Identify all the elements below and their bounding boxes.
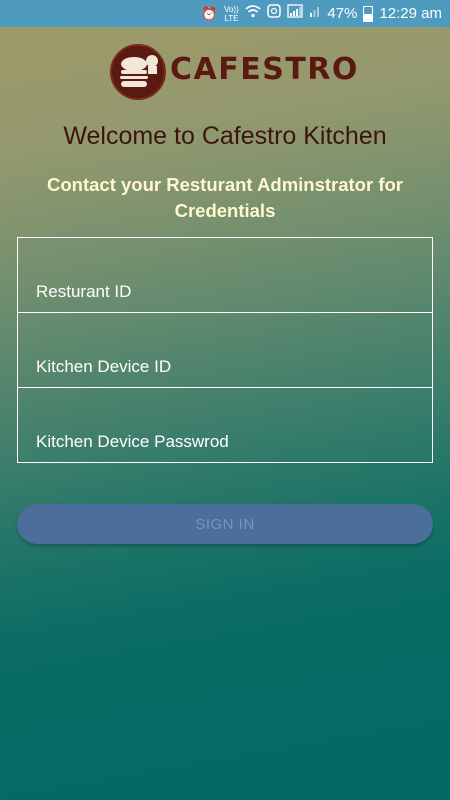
burger-chef-icon <box>110 44 166 100</box>
network-label: Vo)) LTE <box>224 4 239 23</box>
status-bar: ⏰ Vo)) LTE 47% 12:29 am <box>0 0 450 27</box>
wifi-icon <box>245 0 261 27</box>
kitchen-device-password-placeholder: Kitchen Device Passwrod <box>36 432 229 451</box>
login-form: Resturant ID Kitchen Device ID Kitchen D… <box>17 237 433 463</box>
kitchen-device-id-field[interactable]: Kitchen Device ID <box>17 312 433 388</box>
logo-text: CAFESTRO <box>170 52 359 87</box>
battery-percent: 47% <box>327 5 358 22</box>
kitchen-device-id-placeholder: Kitchen Device ID <box>36 357 172 376</box>
page-title: Welcome to Cafestro Kitchen <box>63 122 387 150</box>
sign-in-button[interactable]: SIGN IN <box>17 504 433 544</box>
restaurant-id-placeholder: Resturant ID <box>36 282 132 301</box>
battery-icon <box>363 5 374 22</box>
signal-2-icon <box>309 0 321 27</box>
signal-icon <box>287 0 304 27</box>
alarm-icon: ⏰ <box>201 6 218 21</box>
kitchen-device-password-field[interactable]: Kitchen Device Passwrod <box>17 387 433 463</box>
page-subtitle: Contact your Resturant Adminstrator for … <box>47 174 403 221</box>
data-saver-icon <box>267 0 282 27</box>
clock: 12:29 am <box>379 5 442 22</box>
restaurant-id-field[interactable]: Resturant ID <box>17 237 433 313</box>
cafestro-logo: CAFESTRO <box>110 44 357 100</box>
